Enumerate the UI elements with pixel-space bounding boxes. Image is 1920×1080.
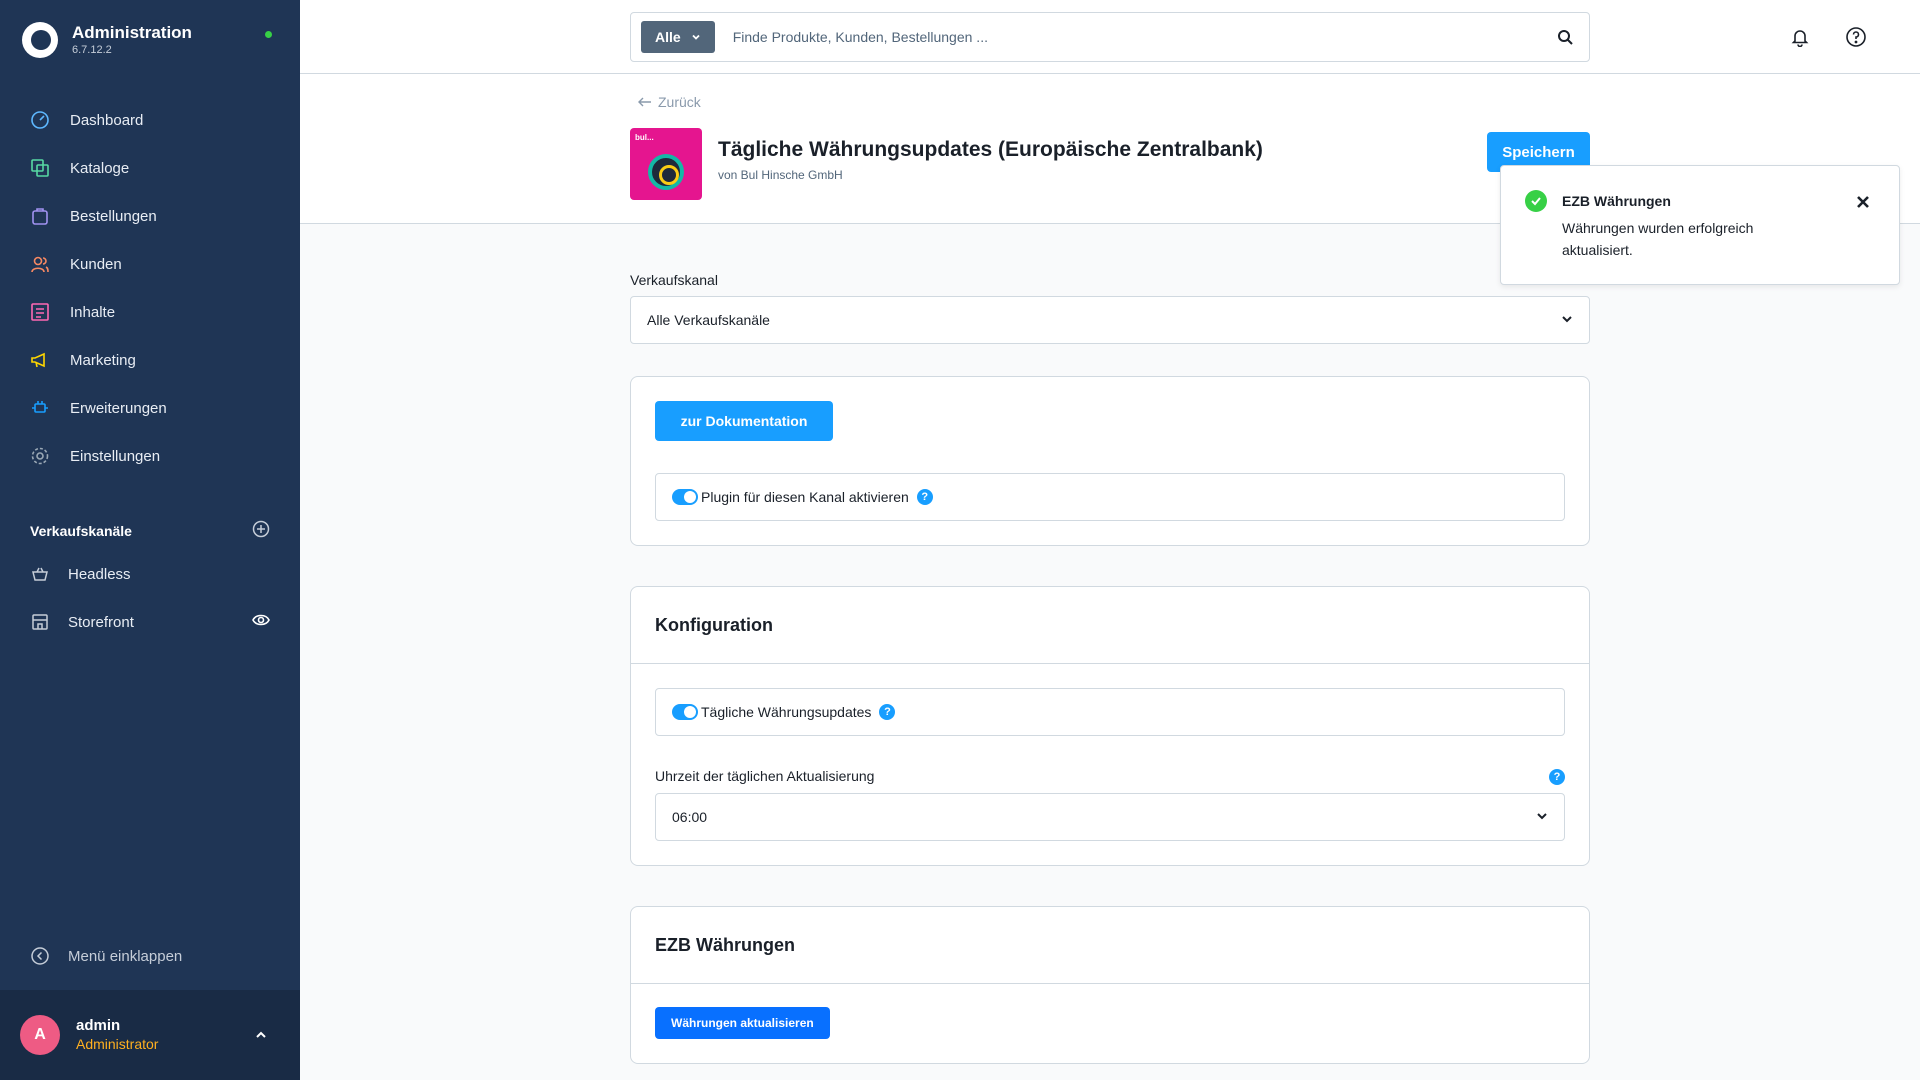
help-icon[interactable]: ? <box>916 489 933 505</box>
help-icon[interactable] <box>1842 23 1870 51</box>
orders-icon <box>30 206 50 226</box>
global-search: Alle <box>630 12 1590 62</box>
nav-item-einstellungen[interactable]: Einstellungen <box>0 432 300 480</box>
chevron-down-icon <box>1561 312 1573 328</box>
update-time-select[interactable]: 06:00 <box>655 793 1565 841</box>
daily-updates-label: Tägliche Währungsupdates <box>701 704 872 720</box>
page-title: Tägliche Währungsupdates (Europäische Ze… <box>718 138 1263 161</box>
user-menu[interactable]: A admin Administrator <box>0 990 300 1080</box>
plugin-card: zur Dokumentation Plugin für diesen Kana… <box>630 376 1590 546</box>
bell-icon[interactable] <box>1786 23 1814 51</box>
sidebar: Administration 6.7.12.2 Dashboard Katalo… <box>0 0 300 1080</box>
sales-channel-select[interactable]: Alle Verkaufskanäle <box>630 296 1590 344</box>
back-label: Zurück <box>658 94 701 110</box>
main-nav: Dashboard Kataloge Bestellungen Kunden I… <box>0 96 300 480</box>
sales-channel-label: Verkaufskanal <box>630 272 718 288</box>
collapse-label: Menü einklappen <box>68 947 183 965</box>
sales-channel-value: Alle Verkaufskanäle <box>647 312 770 328</box>
search-input[interactable] <box>732 29 1545 45</box>
activate-plugin-label: Plugin für diesen Kanal aktivieren <box>701 489 909 505</box>
configuration-card: Konfiguration Tägliche Währungsupdates ?… <box>630 586 1590 866</box>
sales-channels-list: Headless Storefront <box>0 550 300 646</box>
nav-label: Kunden <box>70 255 122 273</box>
daily-updates-field: Tägliche Währungsupdates ? <box>655 688 1565 736</box>
add-channel-icon[interactable] <box>252 520 270 541</box>
top-bar: Alle <box>300 0 1920 74</box>
nav-label: Inhalte <box>70 303 116 321</box>
nav-label: Kataloge <box>70 159 130 177</box>
check-circle-icon <box>1525 190 1547 212</box>
plugin-logo-text: bul... <box>635 133 654 142</box>
activate-plugin-switch[interactable] <box>672 489 698 505</box>
customers-icon <box>30 254 50 274</box>
nav-item-bestellungen[interactable]: Bestellungen <box>0 192 300 240</box>
plugin-vendor: von Bul Hinsche GmbH <box>718 168 843 182</box>
channel-item-headless[interactable]: Headless <box>0 550 300 598</box>
success-notification: EZB Währungen Währungen wurden erfolgrei… <box>1500 165 1900 285</box>
nav-label: Erweiterungen <box>70 399 167 417</box>
search-type-label: Alle <box>655 29 681 45</box>
basket-icon <box>30 564 50 584</box>
update-currencies-button[interactable]: Währungen aktualisieren <box>655 1007 830 1039</box>
search-type-select[interactable]: Alle <box>641 21 715 53</box>
sales-channels-title: Verkaufskanäle <box>30 522 132 539</box>
divider <box>631 983 1589 984</box>
card-title: Konfiguration <box>655 615 773 635</box>
nav-item-inhalte[interactable]: Inhalte <box>0 288 300 336</box>
chevron-down-icon <box>1536 809 1548 825</box>
chevron-down-icon <box>691 29 701 45</box>
channel-label: Storefront <box>68 613 134 631</box>
notification-title: EZB Währungen <box>1562 193 1671 209</box>
update-time-value: 06:00 <box>672 809 708 825</box>
currency-icon <box>648 154 684 190</box>
catalog-icon <box>30 158 50 178</box>
documentation-button[interactable]: zur Dokumentation <box>655 401 833 441</box>
chevron-left-circle-icon <box>30 946 50 966</box>
extensions-icon <box>30 398 50 418</box>
channel-item-storefront[interactable]: Storefront <box>0 598 300 646</box>
update-time-label: Uhrzeit der täglichen Aktualisierung <box>655 768 875 784</box>
online-status-dot <box>265 31 272 38</box>
ecb-currencies-card: EZB Währungen Währungen aktualisieren <box>630 906 1590 1064</box>
nav-label: Dashboard <box>70 111 144 129</box>
help-icon[interactable]: ? <box>1549 769 1565 785</box>
nav-item-kunden[interactable]: Kunden <box>0 240 300 288</box>
close-icon[interactable] <box>1851 190 1875 214</box>
notification-message: Währungen wurden erfolgreich aktualisier… <box>1562 220 1754 258</box>
help-icon[interactable]: ? <box>879 704 896 720</box>
nav-item-dashboard[interactable]: Dashboard <box>0 96 300 144</box>
nav-item-erweiterungen[interactable]: Erweiterungen <box>0 384 300 432</box>
brand-title: Administration <box>72 23 192 42</box>
daily-updates-switch[interactable] <box>672 704 698 720</box>
nav-item-kataloge[interactable]: Kataloge <box>0 144 300 192</box>
storefront-icon <box>30 612 50 632</box>
brand-version: 6.7.12.2 <box>72 44 112 56</box>
channel-label: Headless <box>68 565 131 583</box>
user-role: Administrator <box>76 1036 159 1052</box>
dashboard-icon <box>30 110 50 130</box>
search-icon[interactable] <box>1545 17 1585 57</box>
eye-icon[interactable] <box>252 611 270 633</box>
nav-label: Bestellungen <box>70 207 157 225</box>
brand[interactable]: Administration 6.7.12.2 <box>22 22 192 58</box>
back-link[interactable]: Zurück <box>638 94 701 110</box>
shopware-logo-icon <box>22 22 58 58</box>
card-title: EZB Währungen <box>655 935 795 955</box>
plugin-logo: bul... <box>630 128 702 200</box>
nav-label: Einstellungen <box>70 447 161 465</box>
content-icon <box>30 302 50 322</box>
nav-label: Marketing <box>70 351 136 369</box>
user-name: admin <box>76 1017 121 1034</box>
divider <box>631 663 1589 664</box>
marketing-icon <box>30 350 50 370</box>
chevron-up-icon[interactable] <box>254 1028 268 1047</box>
avatar: A <box>20 1015 60 1055</box>
nav-item-marketing[interactable]: Marketing <box>0 336 300 384</box>
activate-plugin-field: Plugin für diesen Kanal aktivieren ? <box>655 473 1565 521</box>
collapse-menu[interactable]: Menü einklappen <box>30 946 182 966</box>
sales-channels-heading: Verkaufskanäle <box>30 520 270 541</box>
settings-icon <box>30 446 50 466</box>
